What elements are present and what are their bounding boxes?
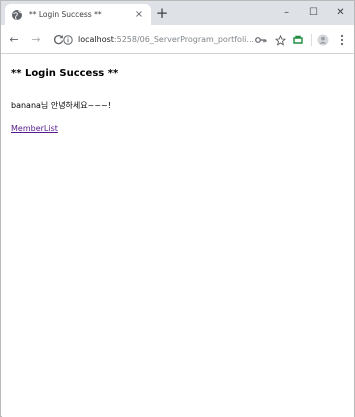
key-icon[interactable]	[253, 32, 269, 48]
maximize-button[interactable]: ☐	[300, 1, 327, 23]
active-tab[interactable]: ** Login Success ** ×	[5, 4, 151, 25]
globe-icon	[11, 9, 23, 21]
greeting-text: banana님 안녕하세요~~~!	[11, 101, 111, 110]
browser-toolbar: ← → localhost:5258/06_ServerProgram_port…	[1, 25, 354, 54]
page-content: ** Login Success ** banana님 안녕하세요~~~! Me…	[2, 55, 354, 417]
url-host: localhost	[78, 35, 114, 44]
back-button[interactable]: ←	[5, 30, 23, 48]
toolbar-divider	[311, 34, 312, 46]
new-tab-button[interactable]: +	[154, 5, 170, 21]
menu-icon[interactable]	[334, 32, 350, 48]
window-controls: – ☐ ✕	[273, 1, 354, 23]
browser-window: ** Login Success ** × + – ☐ ✕ ← → localh…	[0, 0, 355, 417]
toolbar-icons	[250, 32, 350, 48]
extension-icon[interactable]	[291, 32, 307, 48]
page-title: ** Login Success **	[11, 68, 119, 79]
member-list-link[interactable]: MemberList	[11, 124, 58, 133]
close-window-button[interactable]: ✕	[327, 1, 354, 23]
forward-button[interactable]: →	[27, 30, 45, 48]
reload-icon	[53, 34, 63, 44]
profile-icon[interactable]	[315, 32, 331, 48]
star-icon[interactable]	[272, 32, 288, 48]
url-path: :5258/06_ServerProgram_portfoli...	[113, 35, 255, 44]
tab-title: ** Login Success **	[29, 10, 102, 19]
close-icon[interactable]: ×	[133, 9, 145, 21]
minimize-button[interactable]: –	[273, 1, 300, 23]
info-icon[interactable]	[63, 34, 73, 45]
tab-strip: ** Login Success ** × + – ☐ ✕	[1, 1, 354, 25]
